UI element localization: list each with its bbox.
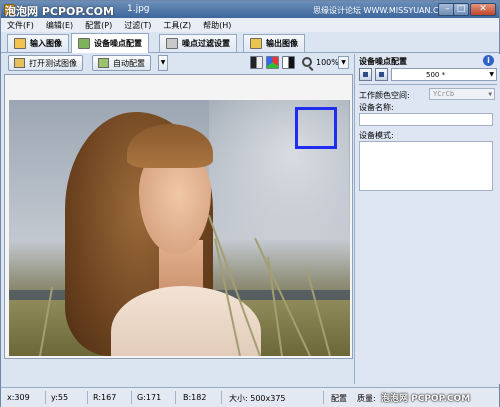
- status-separator: [323, 391, 324, 404]
- menu-tools[interactable]: 工具(Z): [163, 20, 191, 31]
- menu-profile[interactable]: 配置(P): [85, 20, 112, 31]
- tab-input-image[interactable]: 输入图像: [7, 34, 69, 52]
- auto-profile-label: 自动配置: [113, 58, 145, 68]
- noise-sample-selection[interactable]: [295, 107, 337, 149]
- open-test-image-button[interactable]: 打开测试图像: [8, 55, 83, 71]
- profile-save-icon[interactable]: [359, 68, 372, 81]
- status-r: R:167: [93, 393, 117, 402]
- toolbar: 打开测试图像 自动配置 ▼ 100% ▼: [4, 54, 352, 72]
- menu-help[interactable]: 帮助(H): [203, 20, 231, 31]
- status-profile: 配置: [331, 394, 347, 403]
- tab-label: 输出图像: [266, 39, 298, 48]
- app-window: 泡泡网 PCPOP.COM 1.jpg 思缘设计论坛 WWW.MISSYUAN.…: [0, 0, 500, 407]
- menu-bar: 文件(F) 编辑(E) 配置(P) 过滤(T) 工具(Z) 帮助(H): [1, 18, 499, 32]
- output-image-icon: [250, 38, 262, 49]
- panel-title: 设备噪点配置: [359, 57, 407, 66]
- chevron-down-icon: ▼: [488, 91, 492, 98]
- device-name-label: 设备名称:: [359, 103, 394, 112]
- status-b: B:182: [183, 393, 207, 402]
- chevron-down-icon: ▼: [489, 71, 494, 78]
- zoom-icon[interactable]: [302, 57, 312, 67]
- profile-selector-value: 500 *: [426, 71, 446, 79]
- color-channels-icon[interactable]: [266, 56, 279, 69]
- tab-device-noise-profile[interactable]: 设备噪点配置: [71, 33, 149, 53]
- open-test-image-label: 打开测试图像: [29, 58, 77, 68]
- status-separator: [131, 391, 132, 404]
- panel-divider: [359, 84, 497, 85]
- window-title: 1.jpg: [127, 4, 150, 14]
- tab-noise-filter-settings[interactable]: 噪点过滤设置: [159, 34, 237, 52]
- auto-profile-button[interactable]: 自动配置: [92, 55, 151, 71]
- zoom-value: 100%: [316, 58, 339, 67]
- profile-load-icon[interactable]: [375, 68, 388, 81]
- device-mode-field[interactable]: [359, 141, 493, 191]
- title-bar: 泡泡网 PCPOP.COM 1.jpg 思缘设计论坛 WWW.MISSYUAN.…: [1, 1, 499, 18]
- color-space-value: YCrCb: [433, 90, 455, 98]
- status-size: 大小: 500x375: [229, 394, 286, 403]
- status-separator: [175, 391, 176, 404]
- watermark-right: 思缘设计论坛 WWW.MISSYUAN.COM: [313, 6, 452, 15]
- open-folder-icon: [14, 58, 25, 68]
- zoom-dropdown[interactable]: ▼: [338, 56, 349, 69]
- brightness-icon[interactable]: [282, 56, 295, 69]
- tab-label: 噪点过滤设置: [182, 39, 230, 48]
- close-button[interactable]: ✕: [470, 3, 496, 16]
- device-profile-panel: 设备噪点配置 i 500 * ▼ 工作颜色空间: YCrCb ▼ 设备名称: 设…: [354, 54, 500, 384]
- auto-profile-dropdown[interactable]: ▼: [158, 55, 168, 71]
- status-separator: [87, 391, 88, 404]
- image-folder-icon: [14, 38, 26, 49]
- status-quality: 质量:: [357, 394, 376, 403]
- menu-filter[interactable]: 过滤(T): [124, 20, 151, 31]
- status-separator: [221, 391, 222, 404]
- auto-profile-icon: [98, 58, 109, 68]
- color-space-select[interactable]: YCrCb ▼: [429, 88, 495, 100]
- info-icon[interactable]: i: [483, 55, 494, 66]
- device-mode-label: 设备模式:: [359, 131, 394, 140]
- watermark-bottom: 泡泡网 PCPOP.COM: [381, 394, 471, 404]
- status-x: x:309: [7, 393, 30, 402]
- maximize-button[interactable]: □: [453, 3, 469, 16]
- status-g: G:171: [137, 393, 162, 402]
- watermark-left: 泡泡网 PCPOP.COM: [5, 5, 114, 18]
- filter-settings-icon: [166, 38, 178, 49]
- color-space-label: 工作颜色空间:: [359, 91, 410, 100]
- tab-output-image[interactable]: 输出图像: [243, 34, 305, 52]
- tab-bar: 输入图像 设备噪点配置 噪点过滤设置 输出图像: [1, 32, 499, 53]
- image-viewport[interactable]: [4, 74, 353, 359]
- menu-edit[interactable]: 编辑(E): [46, 20, 73, 31]
- tab-label: 输入图像: [30, 39, 62, 48]
- device-noise-icon: [78, 38, 90, 49]
- status-separator: [45, 391, 46, 404]
- profile-selector[interactable]: 500 * ▼: [391, 68, 497, 81]
- status-y: y:55: [51, 393, 69, 402]
- menu-file[interactable]: 文件(F): [7, 20, 34, 31]
- contrast-view-icon[interactable]: [250, 56, 263, 69]
- status-bar: x:309 y:55 R:167 G:171 B:182 大小: 500x375…: [1, 387, 499, 407]
- tab-label: 设备噪点配置: [94, 39, 142, 48]
- device-name-field[interactable]: [359, 113, 493, 126]
